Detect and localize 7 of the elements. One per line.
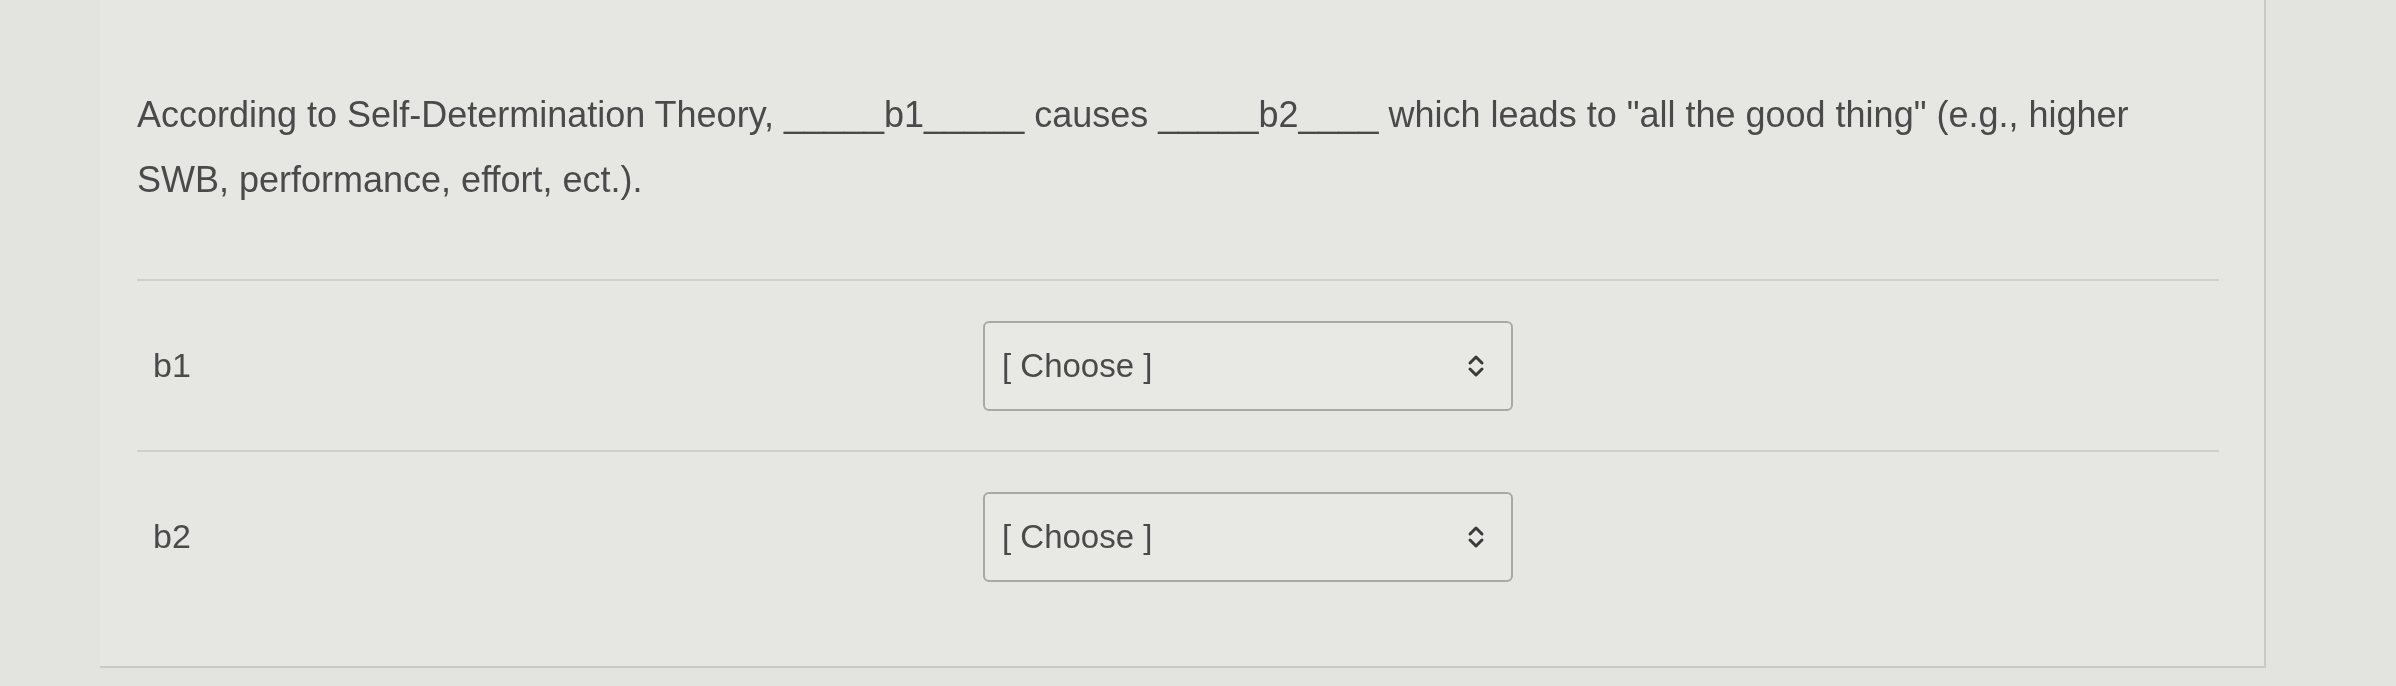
question-text: According to Self-Determination Theory, _____b1_____ causes _____b2____ which leads to "all the good thing" (e.g., higher SWB, performance, effort, ect.). — [137, 93, 2130, 202]
dropdown-select[interactable]: [ Choose ] — [983, 491, 1513, 582]
up-down-chevron-icon — [1467, 524, 1485, 549]
blank-label: b1 — [153, 346, 191, 384]
up-down-chevron-icon — [1467, 353, 1485, 378]
blank-label: b2 — [153, 517, 191, 555]
dropdown-select[interactable]: [ Choose ] — [983, 320, 1513, 411]
